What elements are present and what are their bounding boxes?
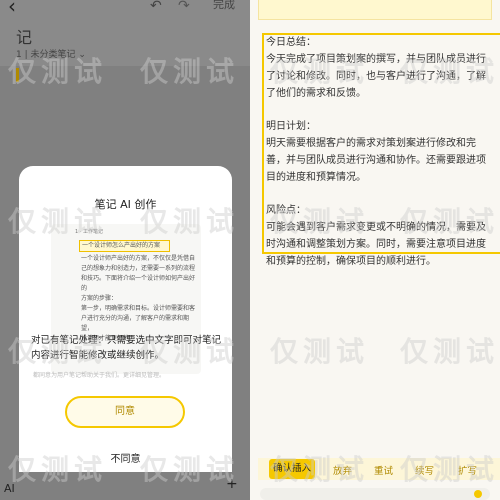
retry-button[interactable]: 重试	[374, 463, 393, 477]
section-heading: 风险点：	[266, 205, 306, 216]
section-plan: 明日计划： 明天需要根据客户的需求对策划案进行修改和完善，并与团队成员进行沟通和…	[266, 118, 492, 186]
preview-selected-text: 一个设计师怎么产出好的方案	[79, 240, 170, 252]
preview-line: 和技巧。下面将介绍一个设计师如何产出好的	[81, 275, 196, 292]
ai-icon[interactable]: AI	[4, 482, 15, 495]
undo-icon[interactable]: ↶	[150, 0, 162, 14]
discard-button[interactable]: 放弃	[333, 463, 352, 477]
input-bar[interactable]	[260, 488, 490, 500]
back-chevron-icon[interactable]: ‹	[8, 0, 16, 18]
section-heading: 明日计划：	[266, 121, 316, 132]
preview-line: 户进行充分的沟通，了解客户的需求和期望，	[81, 315, 190, 332]
dialog-fine-print: 都同意为用户笔记帮助关于我们。更详细见管理。	[33, 372, 166, 379]
preview-body: 一个设计师产出好的方案，不仅仅是凭借自 己的想象力和创造力，还需要一系列的流程 …	[81, 254, 197, 344]
top-banner	[258, 0, 492, 20]
section-body: 明天需要根据客户的需求对策划案进行修改和完善，并与团队成员进行沟通和协作。还需要…	[266, 138, 486, 183]
section-body: 今天完成了项目策划案的撰写，并与团队成员进行了讨论和修改。同时，也与客户进行了沟…	[266, 54, 486, 99]
ai-consent-dialog: 笔记 AI 创作 1 · 工作笔记 一个设计师怎么产出好的方案 一个设计师产出好…	[19, 166, 232, 491]
preview-header: 1 · 工作笔记	[75, 229, 103, 235]
section-summary: 今日总结： 今天完成了项目策划案的撰写，并与团队成员进行了讨论和修改。同时，也与…	[266, 34, 492, 102]
section-risks: 风险点： 可能会遇到客户需求变更或不明确的情况，需要及时沟通和调整策划方案。同时…	[266, 202, 492, 270]
keep-button[interactable]: 确认插入	[269, 459, 315, 479]
add-icon[interactable]: +	[226, 476, 238, 492]
preview-line: 第一步，明确需求和目标。设计师需要和客	[81, 305, 196, 312]
right-phone-screen: 今日总结： 今天完成了项目策划案的撰写，并与团队成员进行了讨论和修改。同时，也与…	[250, 0, 500, 500]
done-button[interactable]: 完成	[213, 0, 235, 12]
preview-line: 一个设计师产出好的方案，不仅仅是凭借自	[81, 255, 196, 262]
section-body: 可能会遇到客户需求变更或不明确的情况，需要及时沟通和调整策划方案。同时，需要注意…	[266, 222, 486, 267]
text-cursor	[16, 68, 19, 82]
note-category-selector[interactable]: 1 | 未分类笔记 ⌄	[16, 47, 86, 60]
dialog-description: 对已有笔记处理：只需要选中文字即可对笔记内容进行智能修改或继续创作。	[31, 335, 222, 361]
ai-generated-note[interactable]: 今日总结： 今天完成了项目策划案的撰写，并与团队成员进行了讨论和修改。同时，也与…	[266, 34, 492, 286]
preview-line: 方案的步骤：	[81, 295, 118, 302]
disagree-button[interactable]: 不同意	[19, 450, 232, 465]
continue-button[interactable]: 续写	[415, 463, 434, 477]
note-title[interactable]: 记	[16, 24, 32, 48]
editor-header: ‹ ↶ ↷ 完成 记 1 | 未分类笔记 ⌄	[0, 0, 250, 66]
redo-icon[interactable]: ↷	[178, 0, 190, 14]
section-heading: 今日总结：	[266, 37, 316, 48]
preview-line: 己的想象力和创造力，还需要一系列的流程	[81, 265, 196, 272]
agree-button[interactable]: 同意	[65, 396, 185, 428]
dialog-title: 笔记 AI 创作	[94, 198, 157, 211]
left-phone-screen: ‹ ↶ ↷ 完成 记 1 | 未分类笔记 ⌄ 笔记 AI 创作 1 · 工作笔记…	[0, 0, 250, 500]
editor-toolbar	[0, 472, 250, 500]
send-icon[interactable]	[474, 490, 482, 498]
expand-button[interactable]: 扩写	[458, 463, 477, 477]
